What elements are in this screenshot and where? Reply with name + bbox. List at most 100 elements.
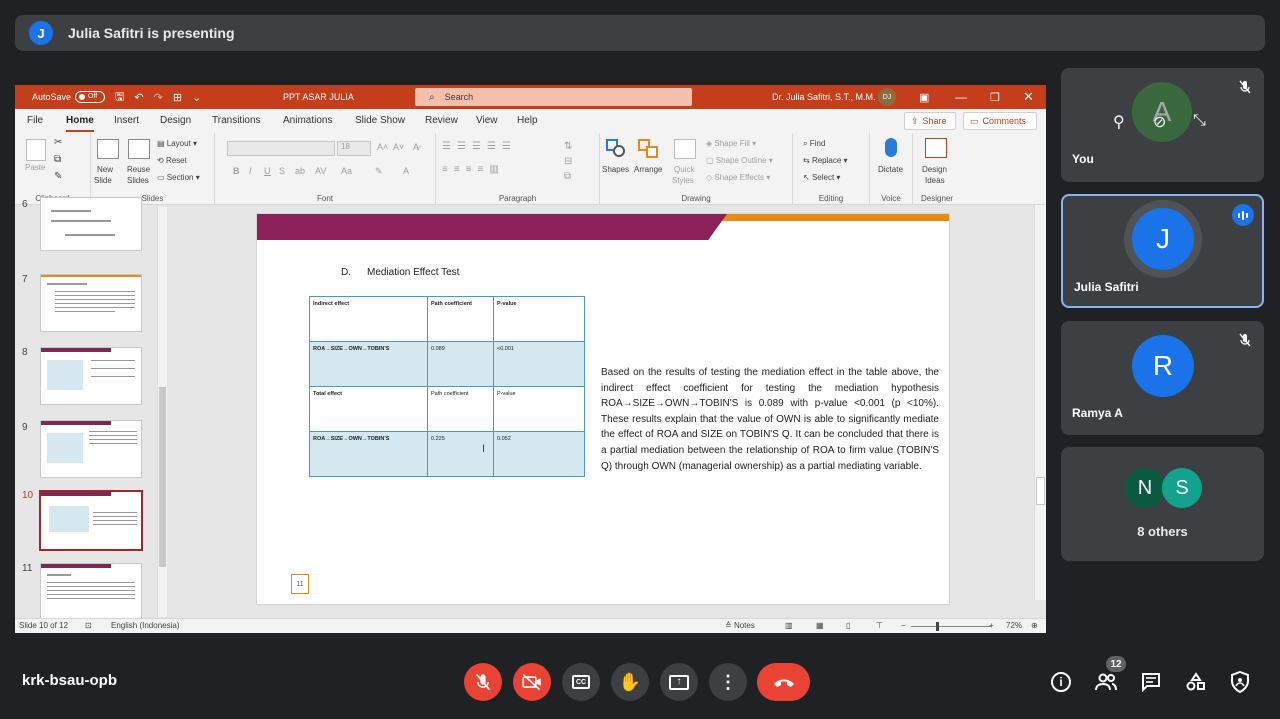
reset-button[interactable]: ⟲ Reset <box>157 156 187 165</box>
shape-fill-button[interactable]: ◈ Shape Fill ▾ <box>706 139 756 148</box>
quick-styles-icon[interactable] <box>674 139 696 159</box>
reuse-slides-icon[interactable] <box>128 139 150 159</box>
section-button[interactable]: ▭ Section ▾ <box>157 173 200 182</box>
change-case-icon[interactable]: Aa <box>341 166 352 176</box>
font-grow-icon[interactable]: A˄ <box>377 142 388 152</box>
more-commands-icon[interactable]: ⌄ <box>192 91 201 104</box>
fit-slide-icon[interactable]: ⊕ <box>1031 621 1038 630</box>
tab-slide-show[interactable]: Slide Show <box>355 115 405 126</box>
copy-icon[interactable]: ⧉ <box>54 154 61 165</box>
microphone-toggle-button[interactable] <box>464 663 502 701</box>
share-button[interactable]: ⇪ Share <box>904 112 956 130</box>
new-slide-icon[interactable] <box>97 139 119 159</box>
tab-help[interactable]: Help <box>517 115 538 126</box>
select-button[interactable]: ↖ Select ▾ <box>803 173 840 182</box>
chat-button[interactable] <box>1139 670 1163 694</box>
zoom-in-icon[interactable]: + <box>989 621 994 630</box>
accessibility-icon[interactable]: ⊡ <box>85 621 92 630</box>
zoom-out-icon[interactable]: − <box>901 621 906 630</box>
leave-call-button[interactable] <box>757 663 810 701</box>
account-avatar[interactable]: DJ <box>878 88 896 106</box>
highlight-icon[interactable]: ✎ <box>375 166 383 177</box>
format-painter-icon[interactable]: ✎ <box>54 171 62 182</box>
pin-icon[interactable]: ⚲ <box>1113 112 1125 132</box>
shapes-icon[interactable] <box>606 139 626 157</box>
minimize-tile-icon[interactable]: ⤡ <box>1193 112 1206 130</box>
tab-animations[interactable]: Animations <box>283 115 332 126</box>
cut-icon[interactable]: ✂ <box>54 137 62 148</box>
activities-button[interactable] <box>1184 670 1208 694</box>
shape-effects-button[interactable]: ◇ Shape Effects ▾ <box>706 173 770 182</box>
slide-sorter-icon[interactable]: ▦ <box>816 621 824 630</box>
tab-view[interactable]: View <box>476 115 498 126</box>
thumbnail-slide-10[interactable] <box>39 490 143 551</box>
find-button[interactable]: ⌕ Find <box>803 139 825 149</box>
underline-icon[interactable]: U <box>264 166 271 176</box>
tab-home[interactable]: Home <box>66 115 94 132</box>
zoom-level[interactable]: 72% <box>1006 621 1022 630</box>
font-shrink-icon[interactable]: A˅ <box>393 142 404 152</box>
present-icon[interactable]: ⊞ <box>173 91 182 104</box>
notes-button[interactable]: ≙ Notes <box>725 621 755 630</box>
tab-design[interactable]: Design <box>160 115 191 126</box>
tab-insert[interactable]: Insert <box>114 115 139 126</box>
strike-icon[interactable]: S <box>279 166 285 176</box>
participant-tile-others[interactable]: N S 8 others <box>1061 447 1264 561</box>
thumbnail-slide-9[interactable] <box>40 420 142 478</box>
save-icon[interactable]: 🖫 <box>115 88 124 107</box>
shape-outline-button[interactable]: ▢ Shape Outline ▾ <box>706 156 773 165</box>
more-options-button[interactable]: ⋮ <box>709 663 747 701</box>
people-button[interactable] <box>1094 670 1118 694</box>
account-name[interactable]: Dr. Julia Safitri, S.T., M.M. <box>772 85 876 109</box>
ribbon-display-icon[interactable]: ▣ <box>919 85 929 109</box>
mediation-table[interactable]: Indirect effect Path coefficient P-value… <box>309 296 585 477</box>
tab-transitions[interactable]: Transitions <box>212 115 261 126</box>
font-name-combo[interactable] <box>227 141 335 156</box>
slide-paragraph[interactable]: Based on the results of testing the medi… <box>601 365 939 474</box>
thumbnail-slide-11[interactable] <box>40 563 142 619</box>
language[interactable]: English (Indonesia) <box>111 621 179 630</box>
camera-toggle-button[interactable] <box>513 663 551 701</box>
shadow-icon[interactable]: ab <box>295 166 305 176</box>
undo-icon[interactable]: ↶ <box>134 91 143 104</box>
font-color-icon[interactable]: A <box>403 166 409 176</box>
close-icon[interactable]: ✕ <box>1023 85 1034 109</box>
replace-button[interactable]: ⇆ Replace ▾ <box>803 156 848 165</box>
host-controls-button[interactable] <box>1228 670 1252 694</box>
arrange-icon[interactable] <box>638 139 660 159</box>
reading-view-icon[interactable]: ▯ <box>846 621 850 630</box>
autosave-toggle[interactable]: Off <box>75 91 106 103</box>
italic-icon[interactable]: I <box>249 166 252 176</box>
minimize-icon[interactable]: — <box>955 85 967 109</box>
text-direction-icon[interactable]: ⇅ <box>564 141 572 152</box>
meeting-details-button[interactable]: i <box>1049 670 1073 694</box>
clear-format-icon[interactable]: A̷ <box>413 142 419 152</box>
layout-button[interactable]: ▤ Layout ▾ <box>157 139 197 148</box>
thumbnail-slide-8[interactable] <box>40 347 142 405</box>
thumbnail-slide-7[interactable] <box>40 274 142 332</box>
tab-review[interactable]: Review <box>425 115 458 126</box>
camera-off-icon[interactable]: ⊘ <box>1153 112 1166 132</box>
microphone-icon[interactable] <box>885 138 897 157</box>
current-slide[interactable]: D. Mediation Effect Test Indirect effect … <box>256 213 950 605</box>
dictate-label[interactable]: Dictate <box>878 165 903 174</box>
font-size-combo[interactable]: 18 <box>337 141 371 156</box>
thumbnail-slide-6[interactable] <box>40 197 142 251</box>
thumbnails-scrollbar[interactable] <box>157 207 167 617</box>
design-ideas-icon[interactable] <box>925 138 947 158</box>
editor-scrollbar[interactable] <box>1034 205 1046 600</box>
normal-view-icon[interactable]: ▥ <box>785 621 793 630</box>
captions-button[interactable]: CC <box>562 663 600 701</box>
restore-icon[interactable]: ❐ <box>990 85 1000 109</box>
present-now-button[interactable]: ↑ <box>660 663 698 701</box>
paste-icon[interactable] <box>26 139 46 161</box>
tab-file[interactable]: File <box>27 115 43 126</box>
search-box[interactable]: ⌕ Search <box>415 88 692 106</box>
align-buttons[interactable]: ≡≡≡≡▥ <box>442 164 505 175</box>
align-text-icon[interactable]: ⊟ <box>564 156 572 167</box>
list-buttons[interactable]: ☰☰☰☰☰ <box>442 141 517 152</box>
char-spacing-icon[interactable]: AV <box>315 166 326 176</box>
participant-tile-you[interactable]: A ⚲ ⊘ ⤡ You <box>1061 68 1264 182</box>
participant-tile-ramya[interactable]: R Ramya A <box>1061 321 1264 435</box>
participant-tile-julia[interactable]: J Julia Safitri <box>1061 194 1264 308</box>
